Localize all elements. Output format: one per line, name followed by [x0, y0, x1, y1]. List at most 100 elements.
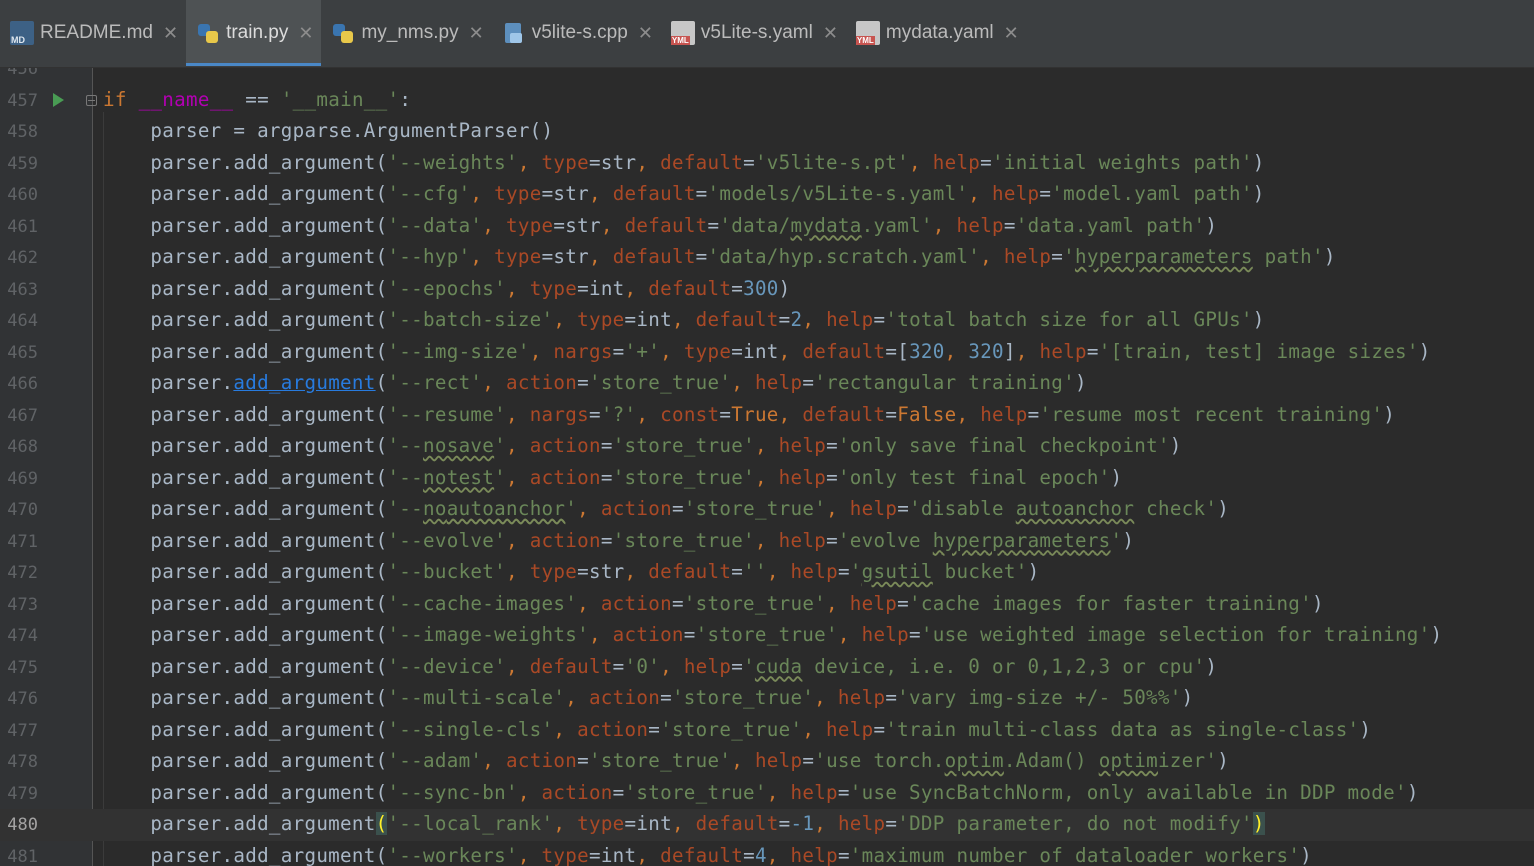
- code-line[interactable]: 461 parser.add_argument('--data', type=s…: [0, 211, 1534, 243]
- line-number: 465: [7, 342, 38, 363]
- code-text: parser.add_argument('--cfg', type=str, d…: [103, 182, 1265, 205]
- markdown-file-icon: [10, 21, 34, 45]
- code-text: parser.add_argument('--multi-scale', act…: [103, 686, 1194, 709]
- tab-train-py[interactable]: train.py ✕: [186, 0, 322, 66]
- code-line[interactable]: 481 parser.add_argument('--workers', typ…: [0, 841, 1534, 866]
- cpp-file-icon: [502, 21, 526, 45]
- code-line[interactable]: 479 parser.add_argument('--sync-bn', act…: [0, 778, 1534, 810]
- code-line[interactable]: 459 parser.add_argument('--weights', typ…: [0, 148, 1534, 180]
- python-file-icon: [331, 21, 355, 45]
- code-text: parser.add_argument('--device', default=…: [103, 654, 1218, 678]
- line-number: 471: [7, 531, 38, 552]
- line-number: 457: [7, 90, 38, 111]
- code-text: parser.add_argument('--resume', nargs='?…: [103, 402, 1396, 426]
- code-text: parser.add_argument('--rect', action='st…: [103, 371, 1087, 394]
- line-number: 477: [7, 720, 38, 741]
- code-line[interactable]: 471 parser.add_argument('--evolve', acti…: [0, 526, 1534, 558]
- code-text: parser.add_argument('--workers', type=in…: [103, 843, 1313, 866]
- tab-label: README.md: [40, 22, 153, 43]
- line-number: 456: [7, 68, 38, 79]
- code-line[interactable]: 475 parser.add_argument('--device', defa…: [0, 652, 1534, 684]
- code-line[interactable]: 476 parser.add_argument('--multi-scale',…: [0, 683, 1534, 715]
- line-number: 463: [7, 279, 38, 300]
- code-text: if __name__ == '__main__':: [103, 87, 412, 111]
- code-text: parser.add_argument('--evolve', action='…: [103, 528, 1135, 552]
- code-text: parser.add_argument('--batch-size', type…: [103, 308, 1265, 331]
- line-number: 460: [7, 185, 38, 205]
- tab-readme-md[interactable]: README.md ✕: [0, 0, 186, 66]
- close-tab-icon[interactable]: ✕: [823, 23, 838, 44]
- close-tab-icon[interactable]: ✕: [298, 23, 313, 44]
- code-line[interactable]: 477 parser.add_argument('--single-cls', …: [0, 715, 1534, 747]
- code-text: parser.add_argument('--img-size', nargs=…: [103, 339, 1431, 363]
- tab-v5lite-s-cpp[interactable]: v5lite-s.cpp ✕: [492, 0, 661, 66]
- line-number: 474: [7, 626, 38, 646]
- line-number: 479: [7, 783, 38, 804]
- code-line[interactable]: 457 if __name__ == '__main__':: [0, 85, 1534, 117]
- code-line[interactable]: 464 parser.add_argument('--batch-size', …: [0, 305, 1534, 337]
- line-number: 480: [7, 815, 38, 835]
- code-text: parser.add_argument('--data', type=str, …: [103, 213, 1218, 237]
- line-number: 468: [7, 437, 38, 457]
- close-tab-icon[interactable]: ✕: [163, 23, 178, 44]
- line-number: 462: [7, 248, 38, 268]
- code-line[interactable]: 474 parser.add_argument('--image-weights…: [0, 620, 1534, 652]
- close-tab-icon[interactable]: ✕: [469, 23, 484, 44]
- code-line[interactable]: 462 parser.add_argument('--hyp', type=st…: [0, 242, 1534, 274]
- tab-label: v5Lite-s.yaml: [700, 22, 813, 43]
- code-line[interactable]: 460 parser.add_argument('--cfg', type=st…: [0, 179, 1534, 211]
- tab-label: train.py: [226, 22, 289, 43]
- code-text: parser.add_argument('--local_rank', type…: [103, 812, 1265, 835]
- code-text: parser.add_argument('--noautoanchor', ac…: [103, 497, 1230, 520]
- line-number: 481: [7, 846, 38, 866]
- line-number: 459: [7, 153, 38, 174]
- tab-my-nms-py[interactable]: my_nms.py ✕: [321, 0, 491, 66]
- line-number: 475: [7, 657, 38, 678]
- code-line[interactable]: 472 parser.add_argument('--bucket', type…: [0, 557, 1534, 589]
- code-line[interactable]: 473 parser.add_argument('--cache-images'…: [0, 589, 1534, 621]
- editor-tab-bar: README.md✕train.py✕my_nms.py✕v5lite-s.cp…: [0, 0, 1534, 68]
- line-number: 461: [7, 216, 38, 237]
- code-text: parser.add_argument('--hyp', type=str, d…: [103, 245, 1336, 268]
- code-line[interactable]: 467 parser.add_argument('--resume', narg…: [0, 400, 1534, 432]
- close-tab-icon[interactable]: ✕: [1004, 23, 1019, 44]
- tab-label: my_nms.py: [361, 22, 459, 43]
- code-line[interactable]: 458 parser = argparse.ArgumentParser(): [0, 116, 1534, 148]
- fold-toggle-icon[interactable]: [86, 94, 97, 106]
- code-line[interactable]: 465 parser.add_argument('--img-size', na…: [0, 337, 1534, 369]
- run-gutter-icon[interactable]: [53, 92, 64, 107]
- code-text: parser = argparse.ArgumentParser(): [103, 119, 554, 142]
- current-code-line[interactable]: 480 parser.add_argument('--local_rank', …: [0, 809, 1534, 841]
- line-number: 473: [7, 594, 38, 615]
- line-number: 466: [7, 374, 38, 394]
- code-text: parser.add_argument('--single-cls', acti…: [103, 717, 1372, 741]
- line-number: 464: [7, 311, 38, 331]
- code-line[interactable]: 468 parser.add_argument('--nosave', acti…: [0, 431, 1534, 463]
- code-line[interactable]: 456: [0, 68, 1534, 85]
- code-editor[interactable]: 456 457 if __name__ == '__main__': 458 pars…: [0, 68, 1534, 866]
- code-text: parser.add_argument('--cache-images', ac…: [103, 591, 1324, 615]
- yaml-file-icon: [855, 21, 880, 45]
- code-text: parser.add_argument('--bucket', type=str…: [103, 560, 1040, 583]
- code-text: parser.add_argument('--adam', action='st…: [103, 749, 1230, 772]
- line-number: 476: [7, 689, 38, 709]
- tab-v5lite-s-yaml[interactable]: v5Lite-s.yaml ✕: [661, 0, 846, 66]
- tab-mydata-yaml[interactable]: mydata.yaml ✕: [846, 0, 1027, 66]
- tab-label: v5lite-s.cpp: [531, 22, 628, 43]
- code-text: parser.add_argument('--image-weights', a…: [103, 623, 1443, 646]
- code-line[interactable]: 469 parser.add_argument('--notest', acti…: [0, 463, 1534, 495]
- code-text: parser.add_argument('--nosave', action='…: [103, 434, 1182, 457]
- code-text: parser.add_argument('--weights', type=st…: [103, 150, 1265, 174]
- tab-label: mydata.yaml: [885, 22, 994, 43]
- close-tab-icon[interactable]: ✕: [638, 23, 653, 44]
- code-line[interactable]: 478 parser.add_argument('--adam', action…: [0, 746, 1534, 778]
- code-line[interactable]: 463 parser.add_argument('--epochs', type…: [0, 274, 1534, 306]
- code-text: parser.add_argument('--sync-bn', action=…: [103, 780, 1419, 804]
- code-text: parser.add_argument('--notest', action='…: [103, 465, 1123, 489]
- line-number: 467: [7, 405, 38, 426]
- code-text: parser.add_argument('--epochs', type=int…: [103, 276, 791, 300]
- python-file-icon: [196, 21, 220, 45]
- line-number: 469: [7, 468, 38, 489]
- code-line[interactable]: 470 parser.add_argument('--noautoanchor'…: [0, 494, 1534, 526]
- code-line[interactable]: 466 parser.add_argument('--rect', action…: [0, 368, 1534, 400]
